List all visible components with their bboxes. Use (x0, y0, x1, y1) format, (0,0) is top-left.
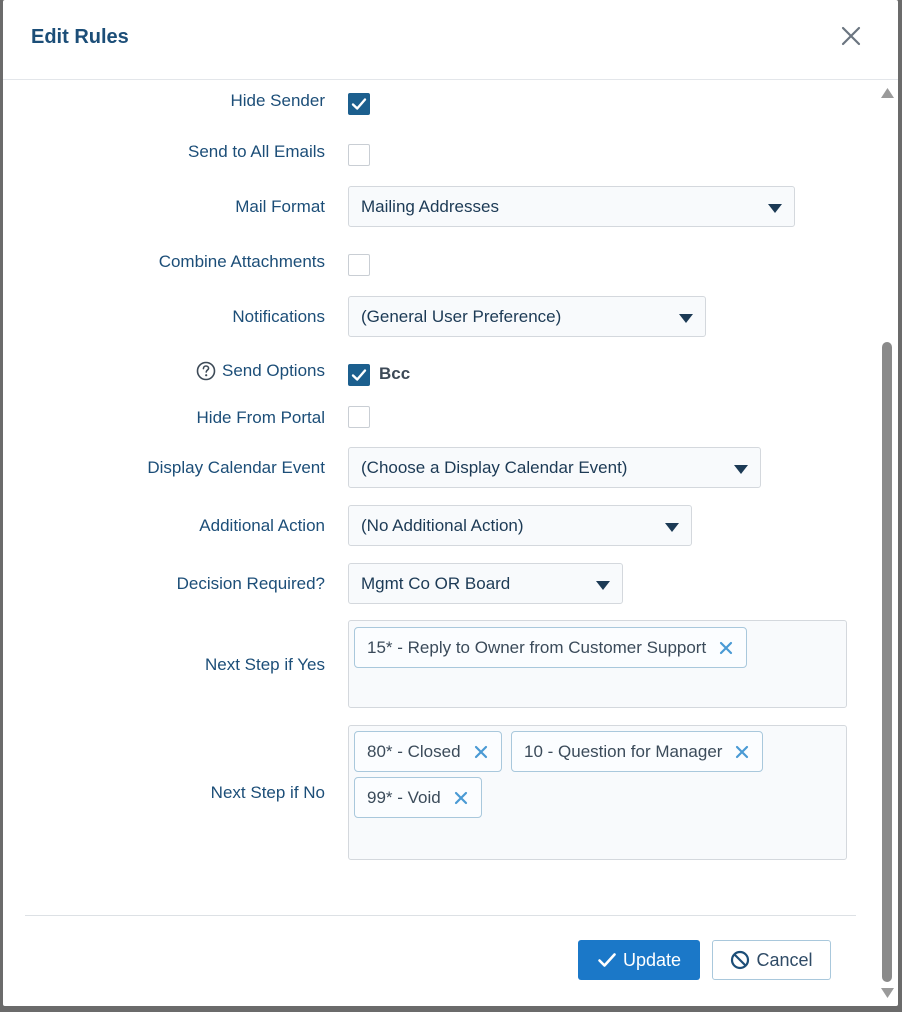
next-step-if-no-multiselect[interactable]: 80* - Closed 10 - Question for Manager 9… (348, 725, 847, 860)
notifications-label: Notifications (232, 307, 325, 326)
combine-attachments-checkbox[interactable] (348, 254, 370, 276)
dialog-scrollbar[interactable] (877, 82, 898, 1004)
tag-label: 10 - Question for Manager (524, 741, 723, 761)
decision-required-select[interactable]: Mgmt Co OR Board (348, 563, 623, 604)
check-icon (598, 953, 616, 967)
edit-rules-dialog: Edit Rules Hide Sender Send to All Email… (3, 0, 898, 1006)
notifications-value: (General User Preference) (361, 307, 562, 326)
check-icon (351, 369, 367, 381)
tag-item: 15* - Reply to Owner from Customer Suppo… (354, 627, 748, 668)
display-calendar-event-select[interactable]: (Choose a Display Calendar Event) (348, 447, 761, 488)
mail-format-select[interactable]: Mailing Addresses (348, 186, 795, 227)
scroll-thumb[interactable] (882, 342, 892, 982)
caret-down-icon (734, 465, 748, 474)
remove-tag-icon[interactable] (734, 744, 750, 760)
caret-down-icon (596, 581, 610, 590)
tag-item: 10 - Question for Manager (511, 731, 764, 772)
tag-label: 15* - Reply to Owner from Customer Suppo… (367, 637, 707, 657)
additional-action-value: (No Additional Action) (361, 516, 524, 535)
hide-sender-checkbox[interactable] (348, 93, 370, 115)
next-step-if-yes-multiselect[interactable]: 15* - Reply to Owner from Customer Suppo… (348, 620, 847, 708)
tag-label: 80* - Closed (367, 741, 461, 761)
decision-required-label: Decision Required? (176, 574, 325, 593)
close-icon[interactable] (837, 22, 865, 50)
mail-format-value: Mailing Addresses (361, 197, 499, 216)
scroll-up-arrow-icon[interactable] (881, 88, 894, 98)
next-step-if-yes-label: Next Step if Yes (204, 655, 325, 674)
check-icon (351, 98, 367, 110)
send-to-all-emails-label: Send to All Emails (187, 142, 325, 161)
combine-attachments-label: Combine Attachments (158, 252, 325, 271)
hide-sender-label: Hide Sender (230, 91, 325, 110)
display-calendar-event-value: (Choose a Display Calendar Event) (361, 458, 628, 477)
hide-from-portal-checkbox[interactable] (348, 406, 370, 428)
question-circle-icon[interactable] (196, 361, 216, 381)
ban-icon (731, 950, 750, 970)
mail-format-label: Mail Format (235, 197, 325, 216)
next-step-if-no-label: Next Step if No (210, 783, 325, 802)
bcc-label[interactable]: Bcc (379, 364, 410, 384)
remove-tag-icon[interactable] (718, 640, 734, 656)
display-calendar-event-label: Display Calendar Event (147, 458, 325, 477)
remove-tag-icon[interactable] (453, 790, 469, 806)
caret-down-icon (679, 314, 693, 323)
dialog-title: Edit Rules (31, 26, 129, 48)
tag-item: 80* - Closed (354, 731, 502, 772)
notifications-select[interactable]: (General User Preference) (348, 296, 706, 337)
send-to-all-emails-checkbox[interactable] (348, 144, 370, 166)
remove-tag-icon[interactable] (473, 744, 489, 760)
dialog-header: Edit Rules (3, 0, 898, 80)
update-button[interactable]: Update (578, 940, 700, 980)
tag-item: 99* - Void (354, 777, 482, 818)
caret-down-icon (665, 523, 679, 532)
send-options-label: Send Options (221, 361, 325, 380)
hide-from-portal-label: Hide From Portal (196, 408, 325, 427)
bcc-checkbox[interactable] (348, 364, 370, 386)
decision-required-value: Mgmt Co OR Board (361, 574, 511, 593)
scroll-down-arrow-icon[interactable] (881, 988, 894, 998)
cancel-button[interactable]: Cancel (712, 940, 831, 980)
update-button-label: Update (622, 949, 682, 970)
footer-divider (25, 915, 856, 916)
additional-action-select[interactable]: (No Additional Action) (348, 505, 692, 546)
send-options-label-group: Send Options (196, 361, 325, 381)
additional-action-label: Additional Action (199, 516, 325, 535)
caret-down-icon (768, 204, 782, 213)
tag-label: 99* - Void (367, 787, 441, 807)
cancel-button-label: Cancel (756, 949, 813, 970)
